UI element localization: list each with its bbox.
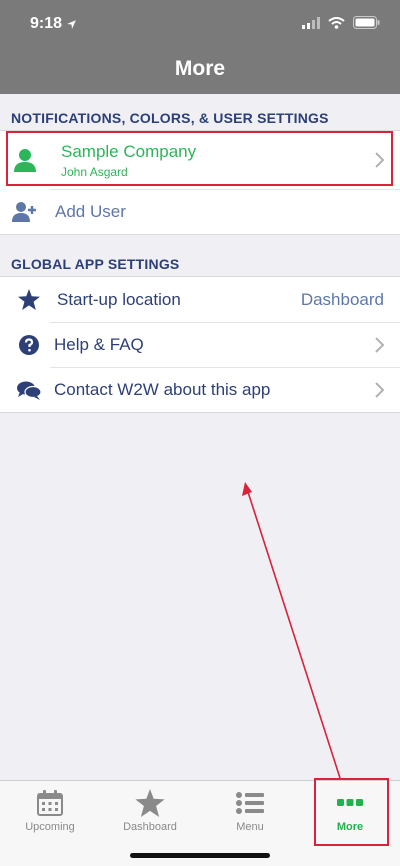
star-icon [135, 789, 165, 817]
add-user-button[interactable]: Add User [0, 189, 400, 234]
signal-icon [302, 16, 320, 29]
startup-location-label: Start-up location [57, 289, 181, 309]
section-header-global: GLOBAL APP SETTINGS [11, 256, 180, 272]
contact-row[interactable]: Contact W2W about this app [0, 367, 400, 412]
add-user-label: Add User [55, 201, 126, 221]
tab-dashboard-label: Dashboard [123, 821, 177, 833]
star-icon [4, 289, 54, 310]
question-circle-icon [4, 334, 54, 355]
global-settings-group: Start-up location Dashboard Help & FAQ C… [0, 276, 400, 413]
company-row-highlight [6, 131, 393, 186]
tab-menu-label: Menu [236, 821, 264, 833]
page-title: More [174, 57, 226, 80]
tab-upcoming[interactable]: Upcoming [0, 781, 100, 841]
help-faq-row[interactable]: Help & FAQ [0, 322, 400, 367]
add-user-icon [0, 201, 50, 222]
chevron-right-icon [375, 336, 384, 353]
tab-more-highlight [314, 778, 389, 846]
chevron-right-icon [375, 381, 384, 398]
tab-upcoming-label: Upcoming [25, 821, 75, 833]
wifi-icon [328, 16, 345, 29]
navigation-bar: 9:18 More [0, 0, 400, 94]
home-indicator[interactable] [130, 853, 270, 858]
calendar-icon [37, 790, 63, 816]
startup-location-row[interactable]: Start-up location Dashboard [0, 277, 400, 322]
status-bar: 9:18 [0, 0, 400, 50]
contact-label: Contact W2W about this app [54, 379, 271, 399]
list-icon [236, 792, 264, 814]
tab-dashboard[interactable]: Dashboard [100, 781, 200, 841]
tab-menu[interactable]: Menu [200, 781, 300, 841]
section-header-notifications: NOTIFICATIONS, COLORS, & USER SETTINGS [11, 110, 329, 126]
help-faq-label: Help & FAQ [54, 334, 144, 354]
startup-location-value: Dashboard [300, 289, 384, 309]
status-time: 9:18 [30, 15, 77, 33]
location-arrow-icon [67, 19, 76, 29]
battery-icon [353, 16, 380, 29]
chat-bubbles-icon [4, 380, 54, 400]
